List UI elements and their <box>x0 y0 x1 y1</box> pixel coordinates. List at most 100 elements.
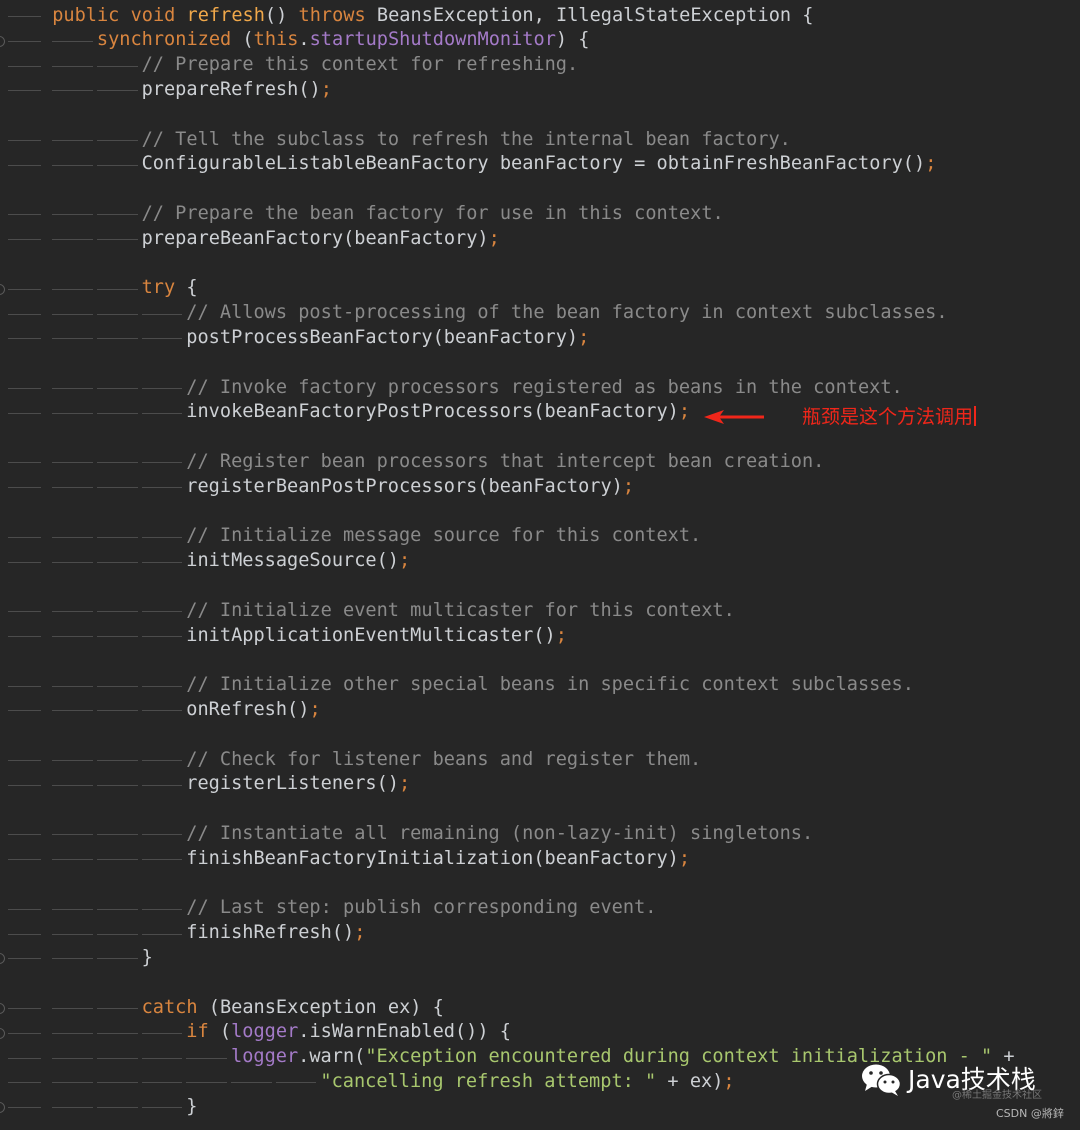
code-token: // Check for listener beans and register… <box>186 748 702 770</box>
code-token: public <box>52 4 131 26</box>
code-text: synchronized (this.startupShutdownMonito… <box>97 28 590 53</box>
code-token: startupShutdownMonitor <box>309 29 556 51</box>
code-token: registerListeners() <box>186 773 399 795</box>
code-line[interactable] <box>0 252 1080 277</box>
code-line[interactable]: prepareBeanFactory(beanFactory); <box>0 227 1080 252</box>
indent-guide <box>96 710 138 712</box>
code-line[interactable] <box>0 723 1080 748</box>
code-token: // Instantiate all remaining (non-lazy-i… <box>186 822 814 844</box>
indent-guide <box>7 412 41 414</box>
code-line[interactable]: } <box>0 946 1080 971</box>
code-line[interactable]: public void refresh() throws BeansExcept… <box>0 4 1080 29</box>
code-line[interactable] <box>0 797 1080 822</box>
code-token: prepareBeanFactory(beanFactory) <box>141 227 489 249</box>
code-line[interactable]: // Initialize other special beans in spe… <box>0 673 1080 698</box>
code-token: ; <box>622 475 635 497</box>
code-token: prepareRefresh() <box>141 78 321 100</box>
code-line[interactable]: finishRefresh(); <box>0 921 1080 946</box>
indent-guide <box>96 164 138 166</box>
indent-guide <box>7 561 41 563</box>
fold-marker-icon[interactable] <box>0 1003 5 1014</box>
code-token: // Allows post-processing of the bean fa… <box>186 302 948 324</box>
indent-guide <box>96 1082 138 1084</box>
indent-guide <box>96 487 138 489</box>
code-line[interactable]: postProcessBeanFactory(beanFactory); <box>0 326 1080 351</box>
code-line[interactable] <box>0 574 1080 599</box>
code-token: ConfigurableListableBeanFactory beanFact… <box>141 153 926 175</box>
code-line[interactable]: onRefresh(); <box>0 698 1080 723</box>
code-text: registerBeanPostProcessors(beanFactory); <box>186 475 634 500</box>
indent-guide <box>7 487 41 489</box>
code-line[interactable]: registerListeners(); <box>0 772 1080 797</box>
indent-guide <box>141 611 183 613</box>
indent-guide <box>96 65 138 67</box>
code-line[interactable]: // Initialize event multicaster for this… <box>0 599 1080 624</box>
code-line[interactable]: synchronized (this.startupShutdownMonito… <box>0 28 1080 53</box>
code-text: initMessageSource(); <box>186 549 410 574</box>
code-line[interactable] <box>0 648 1080 673</box>
code-editor[interactable]: public void refresh() throws BeansExcept… <box>0 0 1080 1130</box>
code-line[interactable]: initMessageSource(); <box>0 549 1080 574</box>
code-line[interactable] <box>0 500 1080 525</box>
code-token: ; <box>309 698 321 720</box>
code-text: // Instantiate all remaining (non-lazy-i… <box>186 822 813 847</box>
code-line[interactable]: // Last step: publish corresponding even… <box>0 896 1080 921</box>
indent-guide <box>96 140 138 141</box>
indent-guide <box>7 338 41 340</box>
code-token: ; <box>354 922 366 944</box>
indent-guide <box>7 239 41 241</box>
fold-marker-icon[interactable] <box>0 35 5 47</box>
code-line[interactable]: registerBeanPostProcessors(beanFactory); <box>0 475 1080 500</box>
code-line[interactable]: // Check for listener beans and register… <box>0 748 1080 773</box>
code-line[interactable]: finishBeanFactoryInitialization(beanFact… <box>0 847 1080 872</box>
indent-guide <box>96 1057 138 1059</box>
code-line[interactable]: prepareRefresh(); <box>0 78 1080 103</box>
indent-guide <box>141 313 183 315</box>
code-line[interactable]: // Prepare this context for refreshing. <box>0 53 1080 78</box>
indent-guide <box>96 908 138 910</box>
code-line[interactable]: // Prepare the bean factory for use in t… <box>0 202 1080 227</box>
code-token: ; <box>488 227 500 249</box>
code-line[interactable]: try { <box>0 276 1080 301</box>
code-line[interactable]: ConfigurableListableBeanFactory beanFact… <box>0 152 1080 177</box>
code-line[interactable]: // Register bean processors that interce… <box>0 450 1080 475</box>
code-text: initApplicationEventMulticaster(); <box>186 624 567 649</box>
indent-guide <box>7 784 41 786</box>
code-line[interactable] <box>0 971 1080 996</box>
code-line[interactable]: // Invoke factory processors registered … <box>0 376 1080 401</box>
code-line[interactable]: catch (BeansException ex) { <box>0 996 1080 1021</box>
code-token: ; <box>678 401 691 423</box>
indent-guide <box>96 611 138 613</box>
indent-guide <box>96 214 138 216</box>
indent-guide <box>141 636 183 637</box>
code-token: // Tell the subclass to refresh the inte… <box>141 128 791 150</box>
code-line[interactable] <box>0 351 1080 376</box>
code-line[interactable] <box>0 103 1080 128</box>
fold-marker-icon[interactable] <box>0 1102 5 1114</box>
code-line[interactable] <box>0 177 1080 202</box>
code-token: "cancelling refresh attempt: " <box>320 1070 657 1092</box>
fold-marker-icon[interactable] <box>0 283 5 295</box>
fold-marker-icon[interactable] <box>0 1027 5 1039</box>
indent-guide <box>7 834 41 836</box>
indent-guide <box>7 685 41 687</box>
code-line[interactable]: if (logger.isWarnEnabled()) { <box>0 1020 1080 1045</box>
code-text: registerListeners(); <box>186 772 410 797</box>
indent-guide <box>275 1082 317 1084</box>
code-line[interactable]: // Tell the subclass to refresh the inte… <box>0 128 1080 153</box>
code-line[interactable]: // Allows post-processing of the bean fa… <box>0 301 1080 326</box>
fold-marker-icon[interactable] <box>0 953 5 965</box>
code-token: // Initialize other special beans in spe… <box>186 674 914 696</box>
indent-guide <box>7 164 41 166</box>
code-text: if (logger.isWarnEnabled()) { <box>186 1020 511 1045</box>
indent-guide <box>52 338 93 340</box>
indent-guide <box>141 1082 183 1084</box>
indent-guide <box>52 164 93 166</box>
code-token: invokeBeanFactoryPostProcessors(beanFact… <box>186 401 679 423</box>
code-line[interactable]: initApplicationEventMulticaster(); <box>0 624 1080 649</box>
indent-guide <box>96 933 138 935</box>
code-text: ConfigurableListableBeanFactory beanFact… <box>142 152 937 177</box>
code-line[interactable]: // Initialize message source for this co… <box>0 524 1080 549</box>
code-line[interactable]: // Instantiate all remaining (non-lazy-i… <box>0 822 1080 847</box>
code-line[interactable] <box>0 872 1080 897</box>
